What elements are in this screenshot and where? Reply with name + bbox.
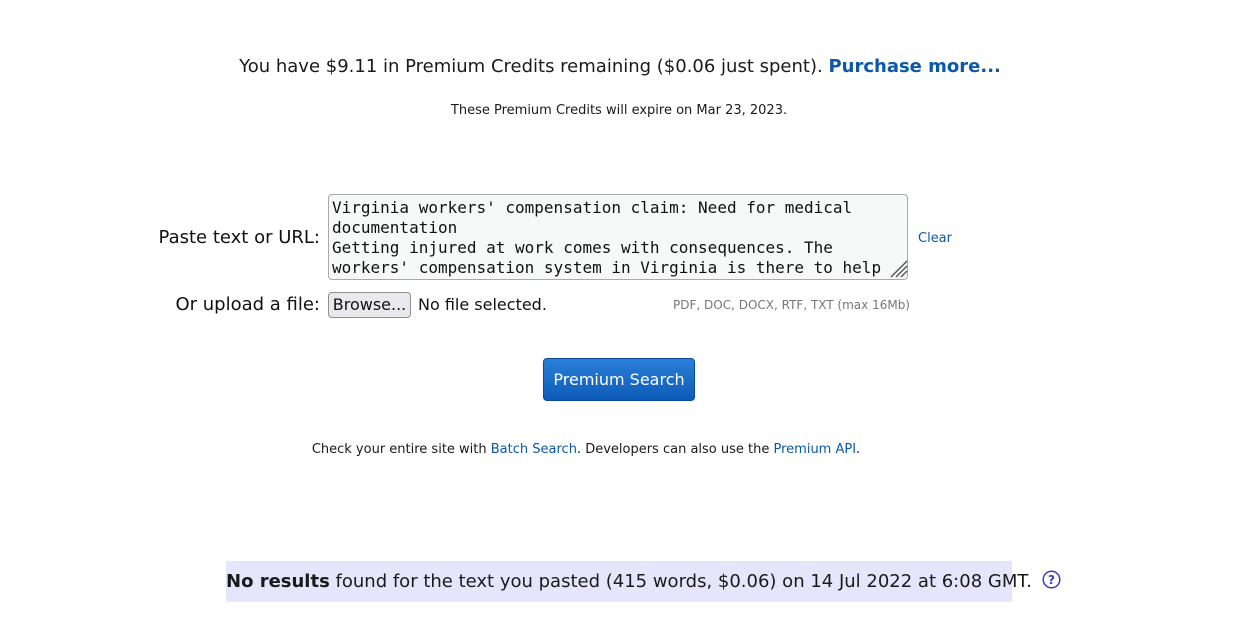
- credits-summary: You have $9.11 in Premium Credits remain…: [0, 56, 1240, 77]
- premium-search-button[interactable]: Premium Search: [543, 358, 695, 401]
- file-formats-hint: PDF, DOC, DOCX, RTF, TXT (max 16Mb): [673, 298, 910, 312]
- clear-link[interactable]: Clear: [918, 231, 952, 246]
- batch-prefix: Check your entire site with: [311, 442, 491, 457]
- batch-search-note: Check your entire site with Batch Search…: [0, 442, 1172, 457]
- question-circle-icon[interactable]: ?: [1042, 569, 1061, 589]
- results-bold: No results: [226, 571, 330, 592]
- resize-grip-icon[interactable]: [886, 256, 908, 278]
- batch-middle: . Developers can also use the: [576, 442, 774, 457]
- batch-suffix: .: [856, 442, 861, 457]
- batch-search-link[interactable]: Batch Search: [491, 442, 577, 457]
- browse-button[interactable]: Browse...: [328, 292, 411, 318]
- purchase-more-link[interactable]: Purchase more...: [828, 56, 1000, 77]
- credits-text: You have $9.11 in Premium Credits remain…: [239, 56, 823, 77]
- upload-label: Or upload a file:: [175, 294, 320, 315]
- no-file-text: No file selected.: [418, 295, 547, 314]
- paste-label: Paste text or URL:: [158, 227, 320, 248]
- credits-expire-text: These Premium Credits will expire on Mar…: [450, 103, 788, 118]
- results-text: found for the text you pasted (415 words…: [329, 571, 1032, 592]
- premium-api-link[interactable]: Premium API: [774, 442, 857, 457]
- paste-textarea[interactable]: Virginia workers' compensation claim: Ne…: [328, 194, 908, 280]
- results-banner: No results found for the text you pasted…: [226, 561, 1061, 602]
- svg-text:?: ?: [1048, 573, 1055, 587]
